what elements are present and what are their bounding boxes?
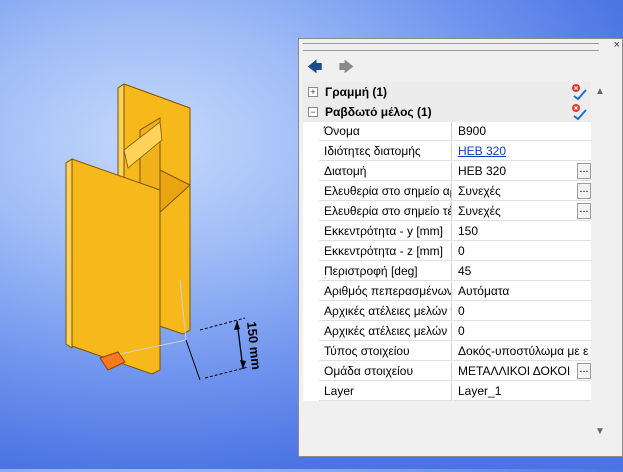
browse-button[interactable]: ...: [577, 363, 591, 379]
group-line[interactable]: + Γραμμή (1): [303, 82, 591, 103]
property-row-section-properties[interactable]: Ιδιότητες διατομής HEB 320: [303, 142, 591, 162]
property-value[interactable]: Δοκός-υποστύλωμα με ε: [453, 342, 591, 361]
property-label: Εκκεντρότητα - y [mm]: [319, 222, 452, 241]
property-label: Ιδιότητες διατομής: [319, 142, 452, 161]
property-row-name[interactable]: Όνομα B900: [303, 122, 591, 142]
section-properties-link[interactable]: HEB 320: [453, 142, 591, 161]
property-label: Ελευθερία στο σημείο αρχής: [319, 182, 452, 201]
property-label: Ομάδα στοιχείου: [319, 362, 452, 381]
properties-panel: × 🡄 🡆 + Γραμμή (1) − Ραβδωτό μέλος (1) Ό…: [298, 38, 623, 457]
property-row-eccentricity-y[interactable]: Εκκεντρότητα - y [mm] 150: [303, 222, 591, 242]
property-row-imperfection-z[interactable]: Αρχικές ατέλειες μελών z 0: [303, 322, 591, 342]
browse-button[interactable]: ...: [577, 203, 591, 219]
expand-icon[interactable]: +: [308, 87, 318, 97]
property-label: Διατομή: [319, 162, 452, 181]
property-row-element-type[interactable]: Τύπος στοιχείου Δοκός-υποστύλωμα με ε: [303, 342, 591, 362]
property-label: Εκκεντρότητα - z [mm]: [319, 242, 452, 261]
property-row-section[interactable]: Διατομή HEB 320 ...: [303, 162, 591, 182]
forward-arrow-icon[interactable]: 🡆: [339, 59, 355, 76]
steel-section-drawing[interactable]: 150 mm: [0, 0, 300, 469]
property-value[interactable]: ΜΕΤΑΛΛΙΚΟΙ ΔΟΚΟΙ: [453, 362, 591, 381]
property-row-layer[interactable]: Layer Layer_1: [303, 382, 591, 401]
property-label: Όνομα: [319, 122, 452, 141]
property-label: Αρχικές ατέλειες μελών y: [319, 302, 452, 321]
group-title: Γραμμή (1): [325, 85, 388, 99]
status-check-icon: [572, 104, 587, 121]
property-label: Layer: [319, 382, 452, 401]
scroll-up-arrow-icon[interactable]: ▲: [595, 86, 605, 97]
model-viewport[interactable]: 150 mm: [0, 0, 300, 469]
back-arrow-icon[interactable]: 🡄: [307, 59, 323, 76]
property-row-release-start[interactable]: Ελευθερία στο σημείο αρχής Συνεχές ...: [303, 182, 591, 202]
dimension-extension-1: [185, 339, 201, 381]
front-flange-edge: [65, 158, 73, 349]
group-title: Ραβδωτό μέλος (1): [325, 105, 432, 119]
vertical-scrollbar[interactable]: ▲ ▼: [592, 82, 608, 442]
browse-button[interactable]: ...: [577, 163, 591, 179]
navigation-bar: 🡄 🡆: [307, 57, 366, 82]
property-value[interactable]: Συνεχές: [453, 202, 591, 221]
property-value[interactable]: 0: [453, 242, 591, 261]
property-row-imperfection-y[interactable]: Αρχικές ατέλειες μελών y 0: [303, 302, 591, 322]
scroll-down-arrow-icon[interactable]: ▼: [595, 426, 605, 437]
close-icon[interactable]: ×: [614, 39, 620, 51]
property-label: Αριθμός πεπερασμένων στοιχείων: [319, 282, 452, 301]
dimension-label: 150 mm: [244, 321, 264, 371]
property-row-eccentricity-z[interactable]: Εκκεντρότητα - z [mm] 0: [303, 242, 591, 262]
property-value[interactable]: 0: [453, 302, 591, 321]
property-value[interactable]: Αυτόματα: [453, 282, 591, 301]
property-row-finite-elements[interactable]: Αριθμός πεπερασμένων στοιχείων Αυτόματα: [303, 282, 591, 302]
group-member[interactable]: − Ραβδωτό μέλος (1): [303, 102, 591, 123]
property-value[interactable]: Layer_1: [453, 382, 591, 401]
status-check-icon: [572, 84, 587, 101]
property-value[interactable]: HEB 320: [453, 162, 591, 181]
collapse-icon[interactable]: −: [308, 107, 318, 117]
property-value[interactable]: 0: [453, 322, 591, 341]
property-row-rotation[interactable]: Περιστροφή [deg] 45: [303, 262, 591, 282]
panel-title-bar[interactable]: [303, 43, 599, 51]
property-value[interactable]: B900: [453, 122, 591, 141]
browse-button[interactable]: ...: [577, 183, 591, 199]
property-label: Αρχικές ατέλειες μελών z: [319, 322, 452, 341]
property-value[interactable]: 45: [453, 262, 591, 281]
property-label: Περιστροφή [deg]: [319, 262, 452, 281]
property-value[interactable]: Συνεχές: [453, 182, 591, 201]
property-label: Ελευθερία στο σημείο τέλους: [319, 202, 452, 221]
property-row-release-end[interactable]: Ελευθερία στο σημείο τέλους Συνεχές ...: [303, 202, 591, 222]
property-label: Τύπος στοιχείου: [319, 342, 452, 361]
dimension-extension-3: [204, 366, 249, 379]
property-value[interactable]: 150: [453, 222, 591, 241]
property-grid: + Γραμμή (1) − Ραβδωτό μέλος (1) Όνομα B…: [303, 82, 591, 401]
dimension-arrow-top: [234, 321, 240, 330]
front-flange: [65, 158, 161, 375]
property-row-element-group[interactable]: Ομάδα στοιχείου ΜΕΤΑΛΛΙΚΟΙ ΔΟΚΟΙ ...: [303, 362, 591, 382]
